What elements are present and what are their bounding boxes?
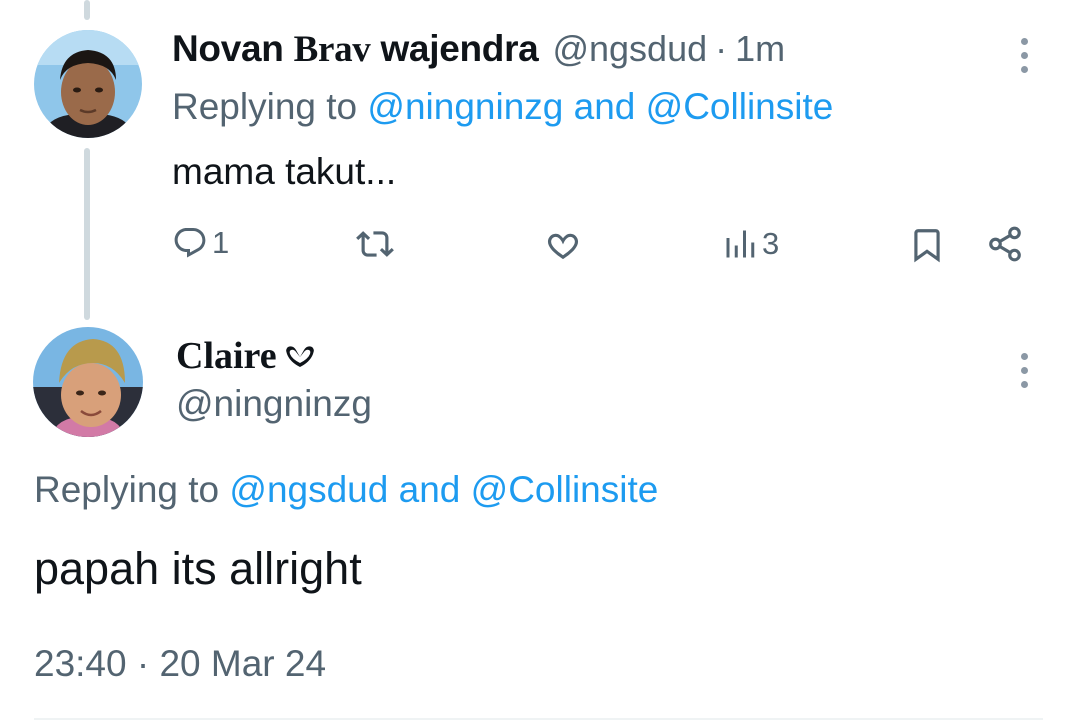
main-replying-to-line: Replying to @ngsdud and @Collinsite bbox=[34, 469, 658, 511]
main-author-handle[interactable]: @ningninzg bbox=[176, 383, 372, 425]
author-name-first: Novan bbox=[172, 28, 284, 69]
replying-to-line: Replying to @ningninzg and @Collinsite bbox=[172, 86, 833, 128]
bookmark-icon bbox=[914, 229, 940, 263]
separator-dot: · bbox=[715, 28, 728, 69]
like-icon bbox=[547, 233, 579, 260]
like-button[interactable] bbox=[544, 225, 582, 263]
main-tweet-timestamp[interactable]: 23:40 · 20 Mar 24 bbox=[34, 643, 326, 685]
views-button[interactable]: 3 bbox=[722, 225, 779, 263]
divider bbox=[34, 718, 1043, 720]
share-button[interactable] bbox=[986, 225, 1024, 263]
replying-prefix: Replying to bbox=[34, 469, 220, 510]
share-icon bbox=[989, 226, 1021, 262]
author-handle[interactable]: @ngsdud bbox=[552, 28, 707, 70]
retweet-button[interactable] bbox=[356, 225, 394, 263]
mention-conjunction: and bbox=[398, 469, 461, 510]
avatar-novan[interactable] bbox=[34, 30, 142, 138]
main-author-name-row[interactable]: Claire bbox=[176, 334, 315, 378]
more-icon[interactable] bbox=[1014, 353, 1034, 388]
views-count: 3 bbox=[762, 226, 780, 261]
author-display-name[interactable]: Novan Brav wajendra bbox=[172, 28, 539, 71]
author-name-middle: Brav bbox=[293, 29, 371, 70]
heart-badge-icon bbox=[285, 346, 314, 367]
avatar-claire[interactable] bbox=[33, 327, 143, 437]
main-author-name: Claire bbox=[176, 335, 277, 377]
replying-prefix: Replying to bbox=[172, 86, 358, 127]
mention-conjunction: and bbox=[573, 86, 636, 127]
thread-connector bbox=[84, 148, 90, 320]
reply-author-row: Novan Brav wajendra @ngsdud · 1m bbox=[172, 28, 785, 71]
mention-link[interactable]: @Collinsite bbox=[471, 469, 659, 510]
retweet-icon bbox=[356, 231, 394, 257]
reply-text: mama takut... bbox=[172, 151, 397, 192]
mention-link[interactable]: @ngsdud bbox=[229, 469, 388, 510]
reply-icon bbox=[174, 228, 206, 258]
mention-link[interactable]: @ningninzg bbox=[367, 86, 563, 127]
reply-count: 1 bbox=[212, 225, 230, 260]
views-icon bbox=[726, 230, 755, 258]
main-tweet-text: papah its allright bbox=[34, 543, 362, 594]
bookmark-button[interactable] bbox=[908, 225, 946, 265]
mention-link[interactable]: @Collinsite bbox=[646, 86, 834, 127]
author-name-last: wajendra bbox=[380, 28, 539, 69]
more-icon[interactable] bbox=[1014, 38, 1034, 73]
relative-time[interactable]: 1m bbox=[735, 28, 785, 70]
thread-connector-top bbox=[84, 0, 90, 20]
reply-button[interactable]: 1 bbox=[172, 225, 229, 261]
tweet-thread: Novan Brav wajendra @ngsdud · 1m Replyin… bbox=[0, 0, 1077, 727]
